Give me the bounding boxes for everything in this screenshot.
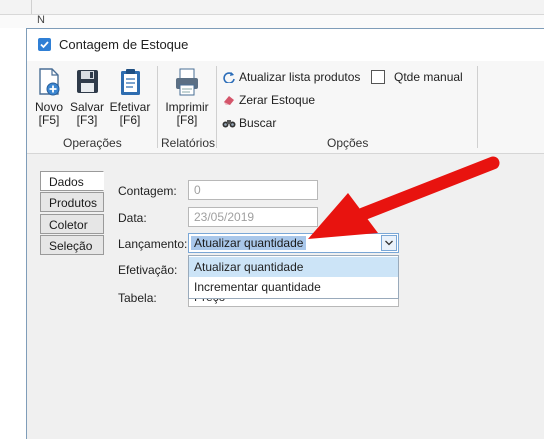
refresh-icon — [222, 71, 236, 84]
save-button[interactable]: Salvar [F3] — [69, 67, 105, 127]
background-header-text: N — [37, 14, 45, 26]
stock-count-window: Contagem de Estoque Novo [F5] Salvar [F3… — [26, 28, 544, 439]
group-divider — [216, 66, 217, 148]
tab-selecao[interactable]: Seleção — [40, 235, 104, 255]
lancamento-select[interactable]: Atualizar quantidade — [188, 233, 399, 253]
clipboard-icon — [117, 67, 143, 97]
reset-stock-label: Zerar Estoque — [239, 93, 316, 107]
search-label: Buscar — [239, 116, 277, 130]
contagem-label: Contagem: — [118, 184, 177, 198]
tab-produtos[interactable]: Produtos — [40, 192, 104, 212]
window-check-icon — [38, 38, 51, 51]
title-bar[interactable]: Contagem de Estoque — [27, 29, 544, 61]
eraser-icon — [222, 94, 236, 106]
group-label-operations: Operações — [63, 136, 122, 150]
print-button[interactable]: Imprimir [F8] — [161, 67, 213, 127]
new-document-icon — [36, 67, 62, 97]
dropdown-option-incrementar[interactable]: Incrementar quantidade — [189, 277, 398, 297]
group-divider — [157, 66, 158, 148]
save-disk-icon — [74, 67, 100, 97]
lancamento-dropdown-list: Atualizar quantidade Incrementar quantid… — [188, 255, 399, 299]
print-button-shortcut: [F8] — [176, 113, 198, 127]
tab-coletor[interactable]: Coletor — [40, 214, 104, 234]
binoculars-icon — [222, 117, 236, 129]
lancamento-selected-value: Atualizar quantidade — [191, 236, 307, 250]
manual-qty-checkbox[interactable] — [371, 70, 385, 84]
ribbon-toolbar: Novo [F5] Salvar [F3] Efetivar [F6] Impr… — [27, 61, 544, 154]
commit-button-shortcut: [F6] — [119, 113, 141, 127]
background-toolbar-strip — [0, 0, 544, 15]
background-grid-header: N — [0, 14, 544, 29]
lancamento-label: Lançamento: — [118, 237, 188, 251]
save-button-shortcut: [F3] — [76, 113, 98, 127]
commit-button[interactable]: Efetivar [F6] — [108, 67, 152, 127]
manual-qty-label: Qtde manual — [394, 70, 463, 84]
reset-stock-option[interactable]: Zerar Estoque — [222, 93, 315, 107]
printer-icon — [174, 67, 200, 97]
tab-dados[interactable]: Dados — [40, 171, 104, 191]
refresh-products-option[interactable]: Atualizar lista produtos — [222, 70, 360, 84]
window-title: Contagem de Estoque — [59, 37, 189, 52]
contagem-field[interactable]: 0 — [188, 180, 318, 200]
chevron-down-icon[interactable] — [381, 235, 397, 251]
search-option[interactable]: Buscar — [222, 116, 276, 130]
refresh-products-label: Atualizar lista produtos — [239, 70, 361, 84]
dropdown-option-atualizar[interactable]: Atualizar quantidade — [189, 257, 398, 277]
date-field[interactable]: 23/05/2019 — [188, 207, 318, 227]
new-button-shortcut: [F5] — [38, 113, 60, 127]
new-button[interactable]: Novo [F5] — [32, 67, 66, 127]
tabela-label: Tabela: — [118, 291, 157, 305]
group-divider — [477, 66, 478, 148]
background-cell — [0, 0, 32, 14]
efetivacao-label: Efetivação: — [118, 263, 178, 277]
group-label-reports: Relatórios — [161, 136, 216, 150]
group-label-options: Opções — [327, 136, 369, 150]
background-panel — [0, 28, 26, 429]
data-label: Data: — [118, 211, 147, 225]
